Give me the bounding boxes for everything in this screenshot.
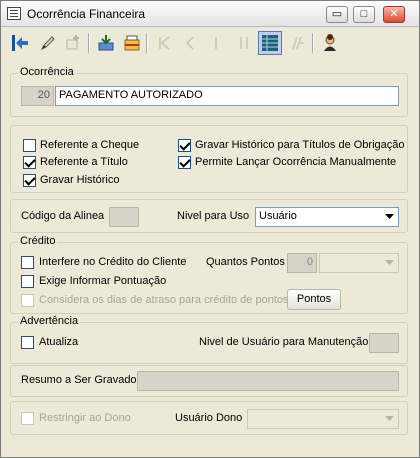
considera-dias-checkbox (21, 294, 34, 307)
add-disabled-icon (62, 31, 86, 55)
resumo-field[interactable] (137, 371, 399, 391)
quantos-pontos-field: 0 (287, 253, 317, 273)
gravar-historico-checkbox[interactable] (23, 174, 36, 187)
advertencia-group-label: Advertência (18, 315, 81, 327)
restringir-dono-checkbox (21, 412, 34, 425)
filter-disabled-icon (286, 31, 310, 55)
close-button[interactable]: ✕ (383, 6, 405, 23)
edit-pencil-icon[interactable] (36, 31, 60, 55)
user-help-icon[interactable] (318, 31, 342, 55)
first-record-icon (152, 31, 176, 55)
atualiza-checkbox[interactable] (21, 336, 34, 349)
exige-pontuacao-label: Exige Informar Pontuação (39, 275, 167, 287)
title-bar[interactable]: Ocorrência Financeira ▭ □ ✕ (1, 1, 419, 27)
chevron-down-icon (381, 255, 397, 271)
save-icon[interactable] (94, 31, 118, 55)
ocorrencia-code-field: 20 (21, 86, 54, 106)
usuario-dono-label: Usuário Dono (175, 412, 243, 424)
last-record-icon (232, 31, 256, 55)
toolbar-separator (312, 33, 314, 53)
nivel-uso-select[interactable]: Usuário (255, 207, 399, 227)
ocorrencia-financeira-window: Ocorrência Financeira ▭ □ ✕ Ocorrência 2… (0, 0, 420, 458)
referente-cheque-label: Referente a Cheque (40, 139, 140, 151)
quantos-pontos-label: Quantos Pontos (206, 256, 285, 268)
nivel-uso-value: Usuário (259, 210, 297, 222)
usuario-dono-select (247, 409, 399, 429)
ocorrencia-group: Ocorrência 20 PAGAMENTO AUTORIZADO (10, 66, 408, 117)
nivel-manutencao-label: Nivel de Usuário para Manutenção (199, 336, 369, 348)
permite-lancar-checkbox[interactable] (178, 156, 191, 169)
ocorrencia-description-field[interactable]: PAGAMENTO AUTORIZADO (55, 86, 399, 106)
window-title: Ocorrência Financeira (27, 7, 146, 21)
restringir-dono-label: Restringir ao Dono (39, 412, 131, 424)
ocorrencia-group-label: Ocorrência (18, 66, 76, 78)
interfere-credito-checkbox[interactable] (21, 256, 34, 269)
next-record-icon (204, 31, 228, 55)
exit-icon[interactable] (8, 31, 32, 55)
referente-titulo-checkbox[interactable] (23, 156, 36, 169)
toolbar (4, 29, 416, 59)
considera-dias-label: Considera os dias de atraso para crédito… (39, 294, 289, 306)
maximize-button[interactable]: □ (353, 6, 375, 23)
alinea-nivel-group: Código da Alinea Nivel para Uso Usuário (10, 199, 408, 233)
dono-group: Restringir ao Dono Usuário Dono (10, 401, 408, 435)
nivel-manutencao-field[interactable] (369, 333, 399, 353)
referente-titulo-label: Referente a Título (40, 156, 128, 168)
minimize-button[interactable]: ▭ (326, 6, 348, 23)
open-icon[interactable] (120, 31, 144, 55)
pontos-select (319, 253, 399, 273)
chevron-down-icon[interactable] (381, 209, 397, 225)
interfere-credito-label: Interfere no Crédito do Cliente (39, 256, 187, 268)
advertencia-group: Advertência Atualiza Nivel de Usuário pa… (10, 315, 408, 364)
gravar-historico-titulos-checkbox[interactable] (178, 139, 191, 152)
pontos-button[interactable]: Pontos (287, 289, 341, 310)
gravar-historico-label: Gravar Histórico (40, 174, 120, 186)
exige-pontuacao-checkbox[interactable] (21, 275, 34, 288)
credito-group: Crédito Interfere no Crédito do Cliente … (10, 235, 408, 314)
permite-lancar-label: Permite Lançar Ocorrência Manualmente (195, 156, 397, 168)
resumo-label: Resumo a Ser Gravado (21, 374, 137, 386)
gravar-historico-titulos-label: Gravar Histórico para Títulos de Obrigaç… (195, 139, 405, 151)
codigo-alinea-label: Código da Alinea (21, 210, 105, 222)
resumo-group: Resumo a Ser Gravado (10, 365, 408, 397)
toolbar-separator (88, 33, 90, 53)
atualiza-label: Atualiza (39, 336, 79, 348)
nivel-uso-label: Nivel para Uso (177, 210, 250, 222)
referente-cheque-checkbox[interactable] (23, 139, 36, 152)
chevron-down-icon (381, 411, 397, 427)
grid-view-icon[interactable] (258, 31, 282, 55)
credito-group-label: Crédito (18, 235, 58, 247)
options-group: Referente a Cheque Referente a Título Gr… (10, 125, 408, 193)
previous-record-icon (178, 31, 202, 55)
toolbar-separator (146, 33, 148, 53)
form-icon (7, 7, 21, 20)
codigo-alinea-field[interactable] (109, 207, 139, 227)
